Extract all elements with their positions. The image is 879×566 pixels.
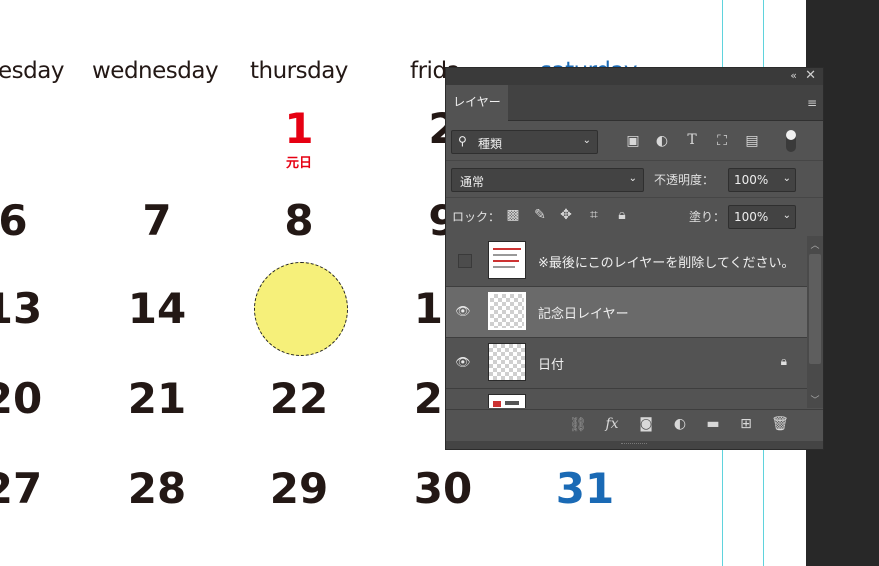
date-cell: 21: [127, 374, 187, 423]
date-cell: 8: [284, 196, 314, 245]
anniversary-highlight-circle[interactable]: [254, 262, 348, 356]
layer-thumbnail: [488, 292, 526, 330]
grip-dots: [621, 443, 647, 447]
date-cell: 27: [0, 464, 43, 513]
lock-row: ロック： ▩ ✎ ✥ ⌗ 🔒︎ 塗り： 100% ⌄: [446, 197, 823, 234]
new-layer-icon[interactable]: ⊞: [736, 416, 756, 432]
layers-list: ※最後にこのレイヤーを削除してください。 👁︎ 記念日レイヤー 👁︎ 日付 🔒︎: [446, 236, 807, 408]
layer-thumbnail: [488, 241, 526, 279]
eye-icon[interactable]: 👁︎: [454, 304, 472, 320]
panel-titlebar[interactable]: « ✕: [446, 68, 823, 85]
header-tuesday: esday: [0, 58, 64, 84]
eye-icon[interactable]: 👁︎: [454, 355, 472, 371]
lock-image-brush-icon[interactable]: ✎: [530, 207, 550, 223]
layer-thumbnail: [488, 343, 526, 381]
lock-icon: 🔒︎: [780, 354, 787, 368]
scrollbar-thumb[interactable]: [809, 254, 821, 364]
thumbnail-content: [505, 401, 519, 405]
text-filter-icon[interactable]: T: [682, 132, 702, 148]
adjustment-layer-icon[interactable]: ◐: [670, 416, 690, 432]
layer-name[interactable]: 日付: [538, 354, 564, 373]
lock-position-move-icon[interactable]: ✥: [556, 207, 576, 223]
layer-mask-icon[interactable]: ◙: [636, 416, 656, 432]
fx-icon[interactable]: fx: [602, 416, 622, 432]
opacity-input[interactable]: 100% ⌄: [728, 168, 796, 192]
layer-row[interactable]: 👁︎ 日付 🔒︎: [446, 338, 807, 389]
fill-value: 100%: [734, 210, 769, 224]
layer-row[interactable]: [446, 389, 807, 408]
holiday-label: 元日: [285, 156, 312, 171]
date-cell: 28: [127, 464, 187, 513]
toggle-knob: [786, 130, 796, 140]
thumbnail-content: [493, 260, 519, 262]
tab-layers[interactable]: レイヤー: [446, 85, 508, 121]
link-layers-icon[interactable]: ⛓: [568, 417, 588, 433]
thumbnail-content: [493, 266, 515, 268]
opacity-value: 100%: [734, 173, 769, 187]
chevron-down-icon: ⌄: [582, 135, 591, 146]
layer-name[interactable]: 記念日レイヤー: [538, 303, 629, 322]
lock-artboard-icon[interactable]: ⌗: [584, 207, 604, 223]
fill-label: 塗り：: [689, 210, 726, 224]
shape-filter-icon[interactable]: ⛶: [712, 133, 732, 149]
blend-mode-value: 通常: [460, 175, 485, 189]
panel-tabbar: レイヤー ≡: [446, 85, 823, 121]
folder-icon[interactable]: ▬: [703, 416, 723, 432]
search-icon: ⚲: [458, 134, 467, 148]
filter-row: ⚲ 種類 ⌄ ▣ ◐ T ⛶ ▤: [446, 122, 823, 158]
visibility-toggle-off[interactable]: [458, 254, 472, 268]
trash-icon[interactable]: 🗑︎: [770, 416, 790, 432]
close-icon[interactable]: ✕: [805, 68, 816, 83]
date-cell: 14: [127, 284, 187, 333]
collapse-icon[interactable]: «: [790, 69, 797, 82]
date-holiday: 1: [284, 104, 314, 153]
panel-resize-grip[interactable]: [446, 441, 823, 449]
panel-menu-icon[interactable]: ≡: [807, 96, 817, 110]
date-cell: 13: [0, 284, 43, 333]
adjustment-filter-icon[interactable]: ◐: [652, 133, 672, 149]
chevron-down-icon: ⌄: [628, 173, 637, 184]
panel-footer: ⛓ fx ◙ ◐ ▬ ⊞ 🗑︎: [446, 409, 823, 442]
date-cell: 20: [0, 374, 43, 423]
filter-kind-select[interactable]: ⚲ 種類 ⌄: [451, 130, 598, 154]
lock-label: ロック：: [452, 210, 501, 224]
chevron-down-icon[interactable]: ⌄: [783, 210, 791, 221]
header-thursday: thursday: [250, 58, 348, 84]
date-cell: 30: [413, 464, 473, 513]
blend-row: 通常 ⌄ 不透明度： 100% ⌄: [446, 160, 823, 197]
image-filter-icon[interactable]: ▣: [623, 133, 643, 149]
opacity-label: 不透明度：: [654, 173, 715, 187]
thumbnail-content: [493, 254, 517, 256]
filter-kind-value: 種類: [478, 137, 503, 151]
smart-object-filter-icon[interactable]: ▤: [742, 133, 762, 149]
fill-input[interactable]: 100% ⌄: [728, 205, 796, 229]
layers-panel: « ✕ レイヤー ≡ ⚲ 種類 ⌄ ▣ ◐ T ⛶ ▤ 通常 ⌄ 不透明度： 1…: [445, 67, 824, 450]
date-cell: 7: [142, 196, 172, 245]
scroll-up-icon[interactable]: ︿: [807, 238, 823, 251]
lock-all-icon[interactable]: 🔒︎: [612, 207, 632, 223]
layers-scrollbar[interactable]: ︿ ﹀: [807, 236, 823, 408]
layer-row[interactable]: ※最後にこのレイヤーを削除してください。: [446, 236, 807, 287]
date-cell: 22: [269, 374, 329, 423]
scroll-down-icon[interactable]: ﹀: [807, 393, 823, 406]
date-cell: 31: [555, 464, 615, 513]
layer-row-selected[interactable]: 👁︎ 記念日レイヤー: [446, 287, 807, 338]
date-cell: 29: [269, 464, 329, 513]
lock-transparency-icon[interactable]: ▩: [503, 207, 523, 223]
header-wednesday: wednesday: [92, 58, 219, 84]
layer-name[interactable]: ※最後にこのレイヤーを削除してください。: [538, 252, 794, 271]
date-cell: 6: [0, 196, 28, 245]
filter-toggle-switch[interactable]: [786, 130, 796, 152]
layer-thumbnail: [488, 394, 526, 408]
chevron-down-icon[interactable]: ⌄: [783, 173, 791, 184]
blend-mode-select[interactable]: 通常 ⌄: [451, 168, 644, 192]
thumbnail-content: [493, 401, 501, 407]
thumbnail-content: [493, 248, 521, 250]
